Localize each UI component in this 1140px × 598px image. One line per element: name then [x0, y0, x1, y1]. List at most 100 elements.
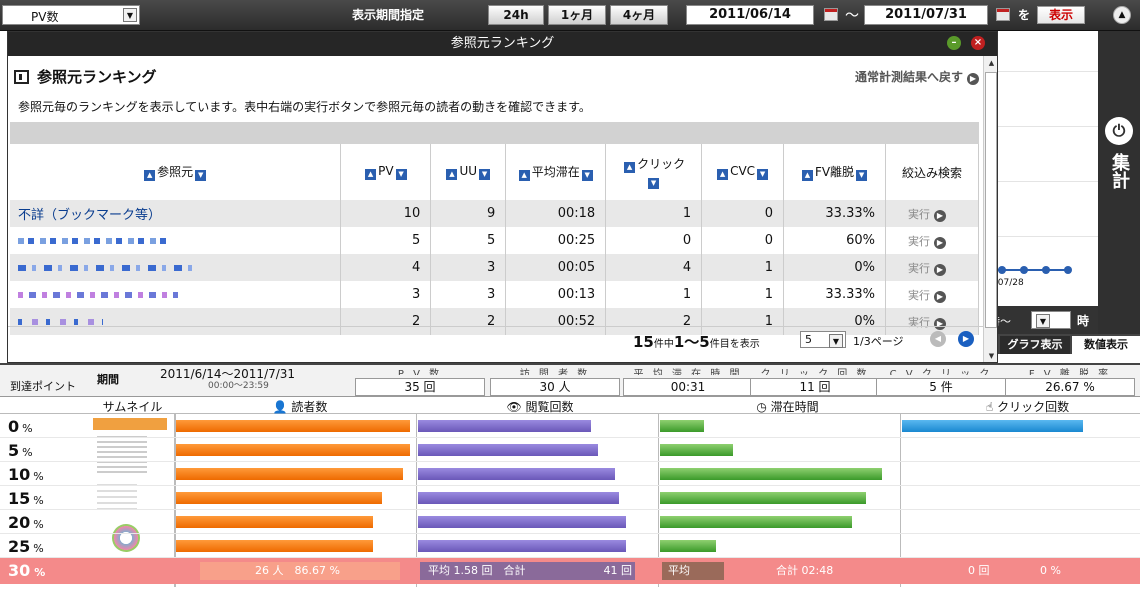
- scroll-up-icon[interactable]: ▲: [984, 56, 997, 70]
- sort-desc-icon[interactable]: ▼: [395, 169, 407, 180]
- next-page-icon[interactable]: ▶: [958, 331, 974, 347]
- col-header-fv-exit[interactable]: ▲ FV離脱 ▼: [783, 144, 886, 200]
- period-1month-button[interactable]: 1ヶ月: [548, 5, 606, 25]
- cell-cvc: 1: [701, 281, 785, 308]
- power-icon: ⏻: [1105, 117, 1133, 145]
- funnel-percent: 20%: [8, 513, 44, 532]
- sort-asc-icon[interactable]: ▲: [624, 162, 636, 173]
- pagination-total-unit: 件中: [653, 339, 674, 350]
- prev-page-icon[interactable]: ◀: [930, 331, 946, 347]
- summary-stats-bar: 到達ポイント 期間 2011/6/14〜2011/7/31 00:00〜23:5…: [0, 363, 1140, 397]
- popup-scrollbar[interactable]: ▲ ▼: [983, 56, 997, 362]
- ranking-heading: 参照元ランキング: [14, 66, 157, 87]
- arrow-right-icon: ▶: [933, 236, 946, 249]
- col-header-click[interactable]: ▲ クリック ▼: [605, 144, 703, 200]
- period-time: 00:00〜23:59: [208, 381, 269, 391]
- source-link-redacted[interactable]: [10, 254, 342, 281]
- show-button[interactable]: 表示: [1037, 6, 1085, 24]
- col-header-source[interactable]: ▲ 参照元 ▼: [10, 144, 342, 200]
- date-from-field[interactable]: 2011/06/14: [686, 5, 814, 25]
- col-header-cvc[interactable]: ▲ CVC ▼: [701, 144, 785, 200]
- minimize-icon[interactable]: –: [947, 36, 961, 50]
- grid-line: [986, 71, 1098, 72]
- sort-asc-icon[interactable]: ▲: [717, 169, 729, 180]
- sort-desc-icon[interactable]: ▼: [757, 169, 769, 180]
- cell-cvc: 0: [701, 200, 785, 227]
- table-row: 5 5 00:25 0 0 60% 実行 ▶: [10, 227, 980, 254]
- date-range-tilde: ～: [845, 8, 859, 24]
- source-link[interactable]: 不詳（ブックマーク等）: [10, 200, 342, 227]
- col-header-pv[interactable]: ▲ PV ▼: [340, 144, 432, 200]
- pagination-bar: 15件中1〜5件目を表示 5 ▼ 1/3ページ ◀ ▶: [8, 326, 983, 351]
- per-page-select[interactable]: 5 ▼: [800, 331, 846, 348]
- sort-asc-icon[interactable]: ▲: [801, 170, 813, 181]
- cell-uu: 5: [430, 227, 507, 254]
- right-side-panel: ⏻ 集計: [1098, 31, 1140, 334]
- views-bar: [418, 492, 619, 504]
- particle-label: を: [1018, 8, 1031, 22]
- chevron-down-icon: ▼: [1036, 314, 1050, 328]
- highlight-views-total: 41 回: [603, 564, 633, 577]
- cell-fv-exit: 33.33%: [783, 200, 886, 227]
- sort-desc-icon[interactable]: ▼: [195, 170, 207, 181]
- close-icon[interactable]: ×: [971, 36, 985, 50]
- sort-desc-icon[interactable]: ▼: [479, 169, 491, 180]
- cell-avg-stay: 00:13: [505, 281, 607, 308]
- tab-value-view[interactable]: 数値表示: [1072, 336, 1140, 354]
- funnel-row: 5%: [0, 438, 1140, 462]
- period-4month-button[interactable]: 4ヶ月: [610, 5, 668, 25]
- sort-desc-icon[interactable]: ▼: [648, 178, 660, 189]
- sort-asc-icon[interactable]: ▲: [144, 170, 156, 181]
- sort-asc-icon[interactable]: ▲: [446, 169, 458, 180]
- views-bar: [418, 420, 591, 432]
- sort-asc-icon[interactable]: ▲: [518, 170, 530, 181]
- col-header-avg-stay[interactable]: ▲ 平均滞在 ▼: [505, 144, 607, 200]
- col-header-uu[interactable]: ▲ UU ▼: [430, 144, 507, 200]
- calendar-to-icon[interactable]: [996, 8, 1010, 21]
- table-top-strip: [10, 122, 979, 144]
- metric-select[interactable]: PV数 ▼: [2, 5, 140, 25]
- hour-select[interactable]: 23 ▼: [1031, 311, 1071, 329]
- stat-pv: P V 数 35 回: [355, 365, 485, 396]
- source-link-redacted[interactable]: [10, 227, 342, 254]
- sort-desc-icon[interactable]: ▼: [581, 170, 593, 181]
- pagination-range-unit: 件目を表示: [709, 339, 760, 350]
- pagination-range: 1〜5: [673, 333, 710, 351]
- readers-bar: [176, 516, 373, 528]
- date-to-field[interactable]: 2011/07/31: [864, 5, 988, 25]
- execute-button[interactable]: 実行 ▶: [885, 227, 980, 254]
- ranking-table: ▲ 参照元 ▼ ▲ PV ▼ ▲ UU ▼ ▲ 平均滞在 ▼ ▲ クリック ▼ ▲ CVC ▼ ▲ FV離…: [10, 144, 980, 335]
- arrow-right-icon: ▶: [933, 209, 946, 222]
- thumbnail-header: サムネイル: [102, 400, 163, 414]
- tab-graph-view[interactable]: グラフ表示: [1000, 336, 1070, 354]
- execute-button[interactable]: 実行 ▶: [885, 281, 980, 308]
- cell-click: 4: [605, 254, 703, 281]
- stat-avg-stay: 平 均 滞 在 時 間 00:31: [623, 365, 753, 396]
- pagination-total: 15: [633, 333, 654, 351]
- top-toolbar: PV数 ▼ 表示期間指定 24h 1ヶ月 4ヶ月 2011/06/14 ～ 20…: [0, 0, 1140, 31]
- referrer-ranking-popup: 参照元ランキング – × 参照元ランキング 通常計測結果へ戻す ▶ 参照元毎のラン…: [7, 31, 998, 363]
- sort-asc-icon[interactable]: ▲: [365, 169, 377, 180]
- scroll-down-icon[interactable]: ▼: [984, 349, 997, 362]
- col-header-filter: 絞込み検索: [885, 144, 980, 200]
- back-to-normal-link[interactable]: 通常計測結果へ戻す ▶: [855, 68, 979, 85]
- table-row: 3 3 00:13 1 1 33.33% 実行 ▶: [10, 281, 980, 308]
- cell-click: 1: [605, 281, 703, 308]
- stat-cv-clicks: C V ク リ ッ ク5 件: [876, 365, 1006, 396]
- scroll-thumb[interactable]: [985, 72, 997, 328]
- chevron-down-icon: ▼: [123, 8, 137, 22]
- cell-uu: 3: [430, 254, 507, 281]
- period-24h-button[interactable]: 24h: [488, 5, 544, 25]
- table-row: 4 3 00:05 4 1 0% 実行 ▶: [10, 254, 980, 281]
- sort-desc-icon[interactable]: ▼: [856, 170, 868, 181]
- stay-header: ◷ 滞在時間: [756, 400, 819, 414]
- source-link-redacted[interactable]: [10, 281, 342, 308]
- aggregate-label: 集計: [1109, 153, 1130, 189]
- popup-body: 参照元ランキング 通常計測結果へ戻す ▶ 参照元毎のランキングを表示しています。表…: [8, 56, 983, 351]
- aggregate-button[interactable]: ⏻ 集計: [1104, 117, 1134, 199]
- execute-button[interactable]: 実行 ▶: [885, 254, 980, 281]
- cell-click: 0: [605, 227, 703, 254]
- calendar-from-icon[interactable]: [824, 8, 838, 21]
- execute-button[interactable]: 実行 ▶: [885, 200, 980, 227]
- collapse-up-icon[interactable]: ▲: [1113, 6, 1131, 24]
